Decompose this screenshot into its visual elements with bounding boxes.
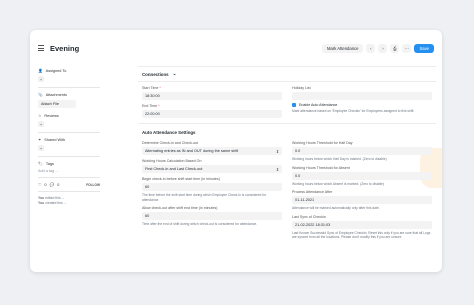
select-arrow-icon: ⇕	[275, 149, 279, 154]
last-sync-label: Last Sync of Checkin	[292, 214, 326, 219]
more-icon[interactable]: ···	[402, 43, 412, 53]
start-time-label: Start Time *	[142, 86, 161, 90]
enable-auto-desc: Mark attendance based on 'Employee Check…	[292, 109, 415, 113]
enable-auto-attendance-checkbox[interactable]: Enable Auto Attendance	[292, 103, 432, 107]
connections-toggle[interactable]: Connections ⌄	[138, 67, 436, 81]
save-button[interactable]: Save	[414, 43, 434, 53]
process-after-label: Process Attendance After	[292, 190, 333, 195]
absent-desc: Working hours below which Absent is mark…	[292, 181, 385, 186]
star-icon: ☆	[38, 114, 42, 118]
last-sync-input[interactable]: 21-02-2022 18:31:03	[292, 220, 432, 229]
tags-label: 🏷 Tags	[38, 161, 54, 167]
allow-checkout-input[interactable]: 60	[142, 212, 282, 221]
add-assignee-button[interactable]: +	[38, 76, 44, 82]
form-window: Evening Mark Attendance ‹ › ⎙ ··· Save 👤…	[30, 30, 442, 272]
half-day-label: Working Hours Threshold for Half Day	[292, 141, 353, 145]
absent-input[interactable]: 0.0	[292, 171, 432, 180]
heart-icon[interactable]: ♡	[38, 182, 41, 187]
page-title: Evening	[50, 43, 80, 53]
calc-method-select[interactable]: First Check-in and Last Check-out ⇕	[142, 165, 282, 173]
sidebar: 👤 Assigned To + 📎 Attachments Attach File …	[38, 68, 100, 206]
social-row: ♡ 0 💬 0 FOLLOW	[38, 182, 100, 188]
end-time-label: End Time *	[142, 104, 160, 108]
process-after-desc: Attendance will be marked automatically …	[292, 206, 380, 211]
start-time-input[interactable]: 18:30:00	[142, 92, 282, 100]
share-icon: ⚭	[38, 138, 42, 142]
main-form: Connections ⌄ Start Time * 18:30:00 End …	[138, 66, 436, 240]
header-actions: Mark Attendance ‹ › ⎙ ··· Save	[322, 43, 434, 53]
select-arrow-icon: ⇕	[275, 167, 279, 172]
comment-count: 0	[57, 182, 60, 187]
holiday-list-input[interactable]	[292, 92, 432, 100]
shift-details: Start Time * 18:30:00 End Time * 22:00:0…	[138, 82, 436, 118]
half-day-input[interactable]: 0.0	[292, 147, 432, 155]
attachments-label: 📎 Attachments	[38, 92, 67, 98]
auto-attendance-fields: Determine Check-in and Check-out Alterna…	[138, 137, 436, 240]
checkbox-checked-icon	[292, 103, 296, 107]
allow-checkout-desc: Time after the end of shift during which…	[142, 222, 258, 227]
prev-icon[interactable]: ‹	[366, 43, 376, 53]
last-sync-desc: Last Known Successful Sync of Employee C…	[292, 230, 431, 240]
calc-method-label: Working Hours Calculation Based On	[142, 159, 202, 163]
allow-checkout-label: Allow check-out after shift end time (in…	[142, 206, 218, 211]
comment-icon[interactable]: 💬	[50, 182, 55, 187]
follow-button[interactable]: FOLLOW	[86, 183, 100, 187]
holiday-list-label: Holiday List	[292, 86, 311, 90]
begin-checkin-label: Begin check-in before shift start time (…	[142, 177, 220, 181]
menu-icon[interactable]	[38, 45, 44, 51]
chevron-down-icon: ⌄	[172, 71, 177, 76]
print-icon[interactable]: ⎙	[390, 43, 400, 53]
determine-select[interactable]: Alternating entries as IN and OUT during…	[142, 147, 282, 155]
process-after-input[interactable]: 01-11-2021	[292, 196, 432, 205]
user-icon: 👤	[38, 69, 43, 73]
attach-file-button[interactable]: Attach File	[38, 100, 76, 108]
auto-attendance-heading: Auto Attendance Settings	[142, 130, 196, 135]
add-share-button[interactable]: +	[38, 145, 44, 151]
paperclip-icon: 📎	[38, 93, 43, 97]
add-tag-link[interactable]: Add a tag ...	[38, 169, 100, 173]
end-time-input[interactable]: 22:00:00	[142, 110, 282, 118]
determine-label: Determine Check-in and Check-out	[142, 141, 199, 145]
half-day-desc: Working hours below which Half Day is ma…	[292, 157, 387, 161]
absent-label: Working Hours Threshold for Absent	[292, 165, 350, 170]
shared-with-label: ⚭ Shared With	[38, 137, 66, 143]
tag-icon: 🏷	[38, 162, 43, 166]
mark-attendance-button[interactable]: Mark Attendance	[322, 43, 364, 53]
like-count: 0	[44, 182, 47, 187]
begin-checkin-desc: The time before the shift start time dur…	[142, 193, 267, 202]
add-review-button[interactable]: +	[38, 121, 44, 127]
next-icon[interactable]: ›	[378, 43, 388, 53]
page-header: Evening Mark Attendance ‹ › ⎙ ··· Save	[30, 30, 442, 66]
begin-checkin-input[interactable]: 60	[142, 183, 282, 191]
activity-item: You created this ...	[38, 201, 67, 205]
assigned-to-label: 👤 Assigned To	[38, 68, 67, 74]
reviews-label: ☆ Reviews	[38, 113, 59, 119]
